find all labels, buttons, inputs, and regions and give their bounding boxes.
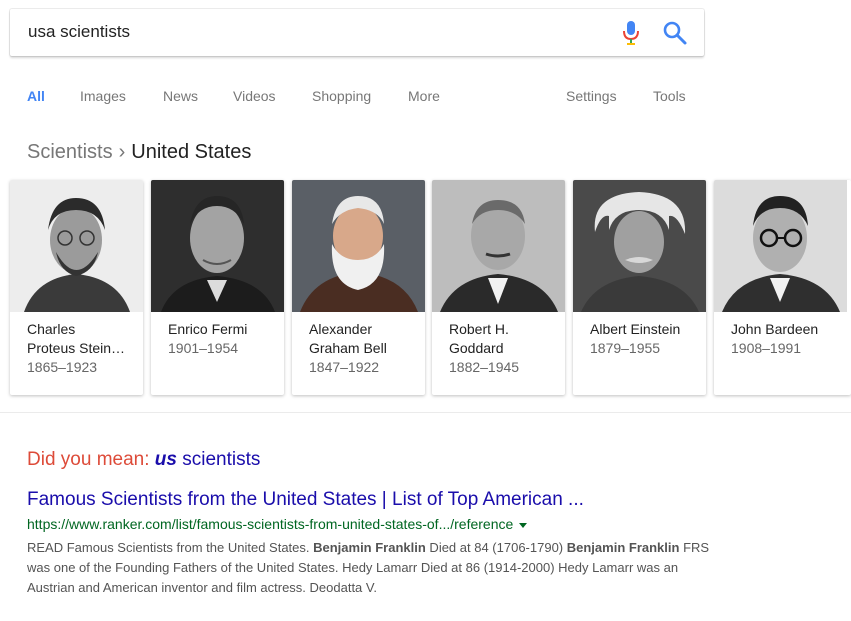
search-box[interactable] — [10, 9, 704, 56]
snippet-highlight: Benjamin Franklin — [313, 540, 426, 555]
scientist-years: 1901–1954 — [168, 340, 239, 356]
scientist-card[interactable]: Albert Einstein 1879–1955 — [573, 180, 706, 395]
did-you-mean-link[interactable]: us scientists — [155, 449, 261, 470]
snippet-highlight: Benjamin Franklin — [566, 540, 680, 555]
tab-more[interactable]: More — [408, 88, 440, 104]
breadcrumb-parent[interactable]: Scientists — [27, 141, 113, 163]
scientist-name-line2: Goddard — [449, 340, 504, 356]
scientist-years: 1865–1923 — [27, 359, 98, 375]
scientist-years: 1882–1945 — [449, 359, 520, 375]
result-snippet: READ Famous Scientists from the United S… — [27, 538, 727, 598]
scientist-name: Alexander Graham Bell 1847–1922 — [309, 320, 417, 377]
scientist-years: 1908–1991 — [731, 340, 802, 356]
microphone-icon[interactable] — [620, 20, 642, 46]
scientist-card[interactable]: Charles Proteus Stein… 1865–1923 — [10, 180, 143, 395]
scientist-name-line1: Charles — [27, 321, 76, 337]
scientist-card[interactable]: Alexander Graham Bell 1847–1922 — [292, 180, 425, 395]
breadcrumb: Scientists › United States — [27, 141, 251, 164]
scientist-years: 1879–1955 — [590, 340, 661, 356]
scientist-years: 1847–1922 — [309, 359, 380, 375]
scientist-name-line1: Robert H. — [449, 321, 509, 337]
search-input[interactable] — [28, 21, 588, 43]
scientist-name-line2: Proteus Stein… — [27, 340, 126, 356]
breadcrumb-current: United States — [131, 141, 252, 163]
tab-shopping[interactable]: Shopping — [312, 88, 371, 104]
scientist-card[interactable]: Enrico Fermi 1901–1954 — [151, 180, 284, 395]
did-you-mean-correction: us — [154, 449, 177, 470]
tab-tools[interactable]: Tools — [653, 88, 686, 104]
scientist-name-line2: Graham Bell — [309, 340, 387, 356]
breadcrumb-separator: › — [118, 141, 126, 163]
portrait-image — [292, 180, 425, 312]
result-url: https://www.ranker.com/list/famous-scien… — [27, 516, 528, 532]
section-divider — [0, 412, 851, 413]
scientist-name: Robert H. Goddard 1882–1945 — [449, 320, 557, 377]
scientist-name-line1: Alexander — [309, 321, 373, 337]
tab-videos[interactable]: Videos — [233, 88, 276, 104]
portrait-image — [151, 180, 284, 312]
search-icon[interactable] — [662, 20, 688, 46]
portrait-image — [10, 180, 143, 312]
tab-all[interactable]: All — [27, 88, 45, 104]
did-you-mean-rest: scientists — [176, 449, 261, 470]
portrait-image — [573, 180, 706, 312]
tab-settings[interactable]: Settings — [566, 88, 617, 104]
result-title-link[interactable]: Famous Scientists from the United States… — [27, 489, 584, 511]
scientist-name: John Bardeen 1908–1991 — [731, 320, 839, 358]
search-tabs: All Images News Videos Shopping More Set… — [0, 84, 851, 112]
did-you-mean-label: Did you mean: — [27, 449, 150, 470]
did-you-mean: Did you mean: us scientists — [27, 449, 260, 471]
scientist-name: Enrico Fermi 1901–1954 — [168, 320, 276, 358]
tab-images[interactable]: Images — [80, 88, 126, 104]
dropdown-arrow-icon[interactable] — [519, 522, 528, 528]
scientist-name: Charles Proteus Stein… 1865–1923 — [27, 320, 135, 377]
scientist-name-line1: John Bardeen — [731, 321, 819, 337]
portrait-image — [714, 180, 847, 312]
scientist-card[interactable]: Robert H. Goddard 1882–1945 — [432, 180, 565, 395]
tab-news[interactable]: News — [163, 88, 198, 104]
scientist-name-line1: Albert Einstein — [590, 321, 681, 337]
scientist-name-line1: Enrico Fermi — [168, 321, 248, 337]
snippet-text: READ Famous Scientists from the United S… — [27, 540, 314, 555]
portrait-image — [432, 180, 565, 312]
scientist-name: Albert Einstein 1879–1955 — [590, 320, 698, 358]
snippet-text: Died at 84 (1706-1790) — [425, 540, 567, 555]
scientist-card[interactable]: John Bardeen 1908–1991 — [714, 180, 851, 395]
result-url-text: https://www.ranker.com/list/famous-scien… — [27, 516, 514, 532]
